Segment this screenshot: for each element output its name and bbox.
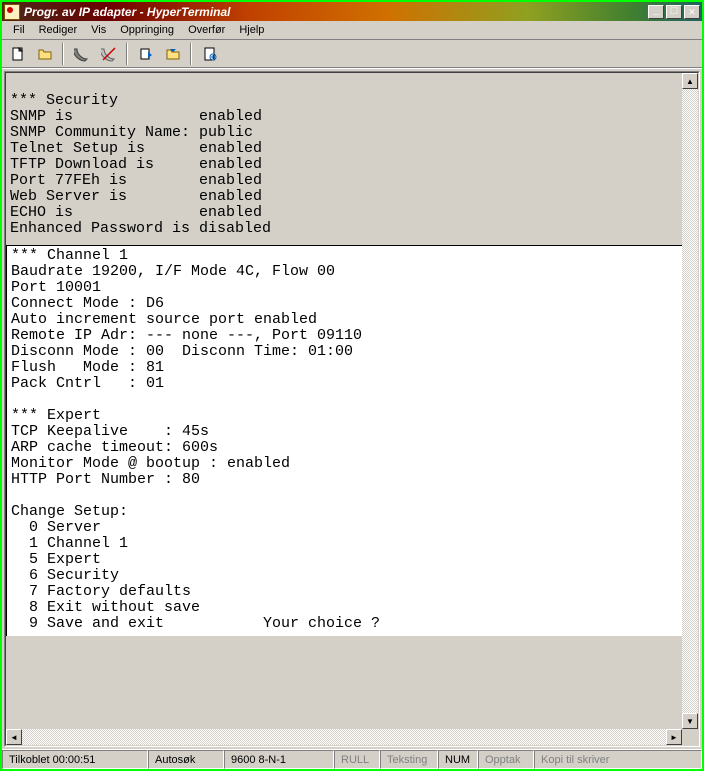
status-baud: 9600 8-N-1	[224, 750, 334, 769]
client-area: *** Security SNMP is enabled SNMP Commun…	[2, 68, 702, 749]
receive-button[interactable]	[161, 43, 184, 65]
menu-rediger[interactable]: Rediger	[32, 22, 85, 38]
separator	[190, 43, 192, 65]
new-button[interactable]	[6, 43, 29, 65]
menu-fil[interactable]: Fil	[6, 22, 32, 38]
toolbar	[2, 40, 702, 68]
chevron-left-icon: ◄	[10, 733, 18, 742]
close-button[interactable]: ✕	[684, 5, 700, 19]
terminal-channel-block: *** Channel 1 Baudrate 19200, I/F Mode 4…	[6, 245, 682, 636]
open-icon	[37, 46, 53, 62]
vertical-scrollbar[interactable]: ▲ ▼	[682, 73, 698, 729]
status-connected: Tilkoblet 00:00:51	[2, 750, 148, 769]
statusbar: Tilkoblet 00:00:51 Autosøk 9600 8-N-1 RU…	[2, 749, 702, 769]
status-autodetect: Autosøk	[148, 750, 224, 769]
phone-disconnect-icon	[101, 46, 117, 62]
minimize-icon: _	[653, 6, 660, 18]
receive-icon	[165, 46, 181, 62]
chevron-up-icon: ▲	[686, 77, 694, 86]
scroll-down-button[interactable]: ▼	[682, 713, 698, 729]
menu-vis[interactable]: Vis	[84, 22, 113, 38]
scroll-up-button[interactable]: ▲	[682, 73, 698, 89]
menu-oppringing[interactable]: Oppringing	[113, 22, 181, 38]
chevron-right-icon: ►	[670, 733, 678, 742]
menu-overfoer[interactable]: Overfør	[181, 22, 232, 38]
properties-icon	[202, 46, 218, 62]
separator	[62, 43, 64, 65]
scroll-track-h[interactable]	[22, 729, 666, 745]
titlebar: Progr. av IP adapter - HyperTerminal _ □…	[2, 2, 702, 21]
terminal[interactable]: *** Security SNMP is enabled SNMP Commun…	[6, 73, 682, 729]
terminal-frame: *** Security SNMP is enabled SNMP Commun…	[4, 71, 700, 747]
scroll-right-button[interactable]: ►	[666, 729, 682, 745]
phone-connect-icon	[74, 46, 90, 62]
disconnect-button[interactable]	[97, 43, 120, 65]
minimize-button[interactable]: _	[648, 5, 664, 19]
scroll-left-button[interactable]: ◄	[6, 729, 22, 745]
status-capture-text: Teksting	[380, 750, 438, 769]
maximize-icon: □	[671, 6, 678, 18]
scroll-corner	[682, 729, 698, 745]
connect-button[interactable]	[70, 43, 93, 65]
properties-button[interactable]	[198, 43, 221, 65]
close-icon: ✕	[689, 5, 696, 19]
open-button[interactable]	[33, 43, 56, 65]
menubar: Fil Rediger Vis Oppringing Overfør Hjelp	[2, 21, 702, 40]
send-button[interactable]	[134, 43, 157, 65]
horizontal-scrollbar[interactable]: ◄ ►	[6, 729, 698, 745]
menu-hjelp[interactable]: Hjelp	[232, 22, 271, 38]
app-icon	[4, 4, 20, 20]
chevron-down-icon: ▼	[686, 717, 694, 726]
status-record: Opptak	[478, 750, 534, 769]
window-title: Progr. av IP adapter - HyperTerminal	[24, 5, 648, 19]
maximize-button[interactable]: □	[666, 5, 682, 19]
separator	[126, 43, 128, 65]
status-numlock: NUM	[438, 750, 478, 769]
terminal-security-block: *** Security SNMP is enabled SNMP Commun…	[10, 93, 682, 237]
new-icon	[10, 46, 26, 62]
status-print-echo: Kopi til skriver	[534, 750, 702, 769]
scroll-track-v[interactable]	[682, 89, 698, 713]
status-scroll: RULL	[334, 750, 380, 769]
send-icon	[138, 46, 154, 62]
window-buttons: _ □ ✕	[648, 5, 700, 19]
